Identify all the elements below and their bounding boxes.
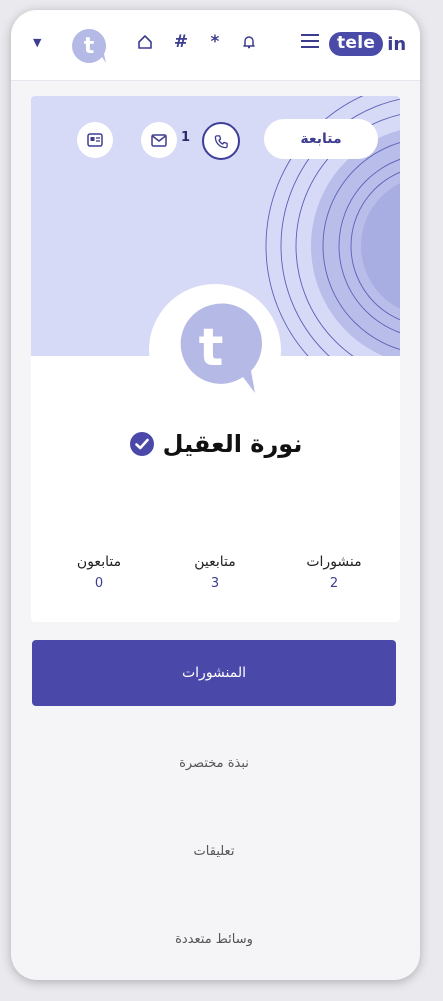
top-nav-bar: ▼ t # * tele in	[11, 10, 420, 81]
profile-avatar-letter: t	[199, 318, 224, 378]
call-button[interactable]	[202, 122, 240, 160]
asterisk-icon[interactable]: *	[205, 32, 225, 52]
profile-name: نورة العقيل	[162, 430, 303, 458]
message-button[interactable]	[141, 122, 177, 158]
verified-badge-icon	[129, 432, 154, 456]
dropdown-caret-icon[interactable]: ▼	[33, 36, 41, 49]
profile-name-row: نورة العقيل	[31, 430, 400, 458]
logo-rest-text: in	[387, 33, 407, 55]
telein-logo[interactable]: tele in	[329, 30, 406, 58]
stat-label: متابعين	[194, 554, 236, 570]
stat-value: 0	[94, 576, 104, 591]
profile-stats: منشورات 2 متابعين 3 متابعون 0	[31, 554, 400, 604]
app-frame: ▼ t # * tele in 1 متابعة t نورة العقيل م…	[11, 10, 420, 980]
profile-card: 1 متابعة t نورة العقيل منشورات 2 متابعين…	[31, 96, 400, 622]
stat-posts[interactable]: منشورات 2	[289, 554, 379, 591]
stat-value: 2	[329, 576, 339, 591]
id-card-icon	[87, 133, 103, 147]
tab-posts[interactable]: المنشورات	[32, 640, 396, 706]
home-icon[interactable]	[135, 32, 155, 52]
hamburger-menu-icon[interactable]	[301, 34, 319, 50]
phone-icon	[214, 134, 228, 148]
contact-card-button[interactable]	[77, 122, 113, 158]
stat-following[interactable]: متابعون 0	[54, 554, 144, 591]
avatar-letter: t	[84, 34, 95, 59]
stat-label: متابعون	[76, 554, 122, 570]
logo-pill-text: tele	[329, 32, 384, 56]
tab-media[interactable]: وسائط متعددة	[32, 932, 396, 947]
hashtag-icon[interactable]: #	[171, 32, 191, 52]
tab-comments[interactable]: تعليقات	[32, 844, 396, 859]
stat-label: منشورات	[306, 554, 362, 570]
profile-avatar-logo-icon: t	[180, 303, 262, 393]
bell-icon[interactable]	[239, 32, 259, 52]
tab-bio[interactable]: نبذة مختصرة	[32, 756, 396, 771]
user-avatar-button[interactable]: t	[69, 26, 109, 66]
envelope-icon	[151, 133, 167, 147]
stat-followers[interactable]: متابعين 3	[170, 554, 260, 591]
stat-value: 3	[210, 576, 220, 591]
follow-button[interactable]: متابعة	[264, 119, 378, 159]
call-count-badge: 1	[181, 130, 191, 145]
profile-avatar: t	[149, 284, 281, 416]
